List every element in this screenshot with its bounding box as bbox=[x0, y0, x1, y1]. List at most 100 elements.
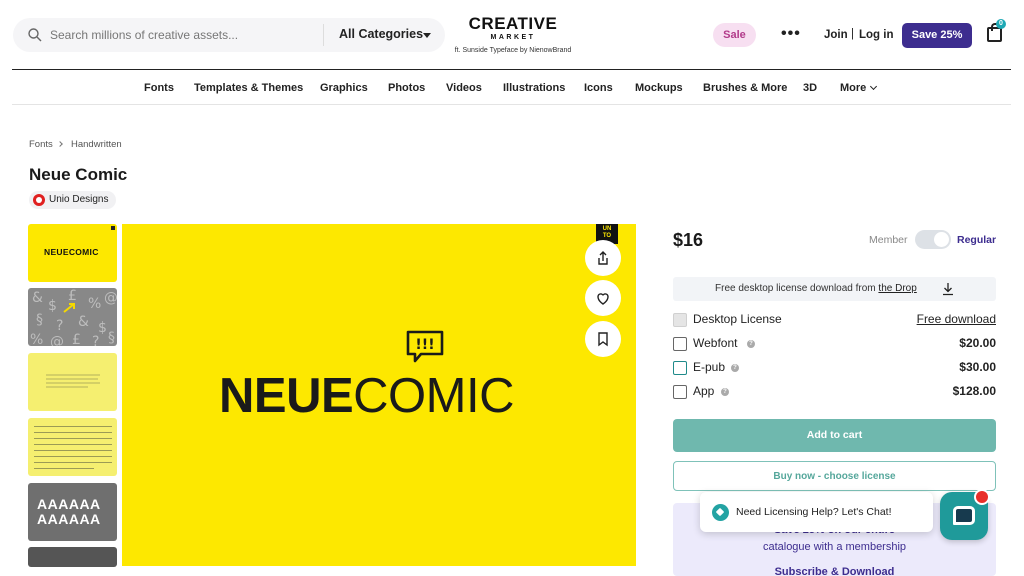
license-price: $128.00 bbox=[952, 384, 996, 398]
nav-item-templates-themes[interactable]: Templates & Themes bbox=[194, 82, 303, 94]
thumbnail-4[interactable] bbox=[28, 418, 117, 476]
favorite-button[interactable] bbox=[585, 280, 621, 316]
license-app[interactable]: App ? $128.00 bbox=[673, 384, 996, 400]
regular-label: Regular bbox=[957, 234, 997, 246]
text-sample-image bbox=[46, 374, 100, 388]
license-checkbox[interactable] bbox=[673, 337, 687, 351]
nav-item-3d[interactable]: 3D bbox=[803, 82, 817, 94]
nav-item-graphics[interactable]: Graphics bbox=[320, 82, 368, 94]
page-title: Neue Comic bbox=[29, 165, 128, 184]
author-chip[interactable]: Unio Designs bbox=[29, 191, 117, 209]
nav-item-brushes-more[interactable]: Brushes & More bbox=[703, 82, 787, 94]
license-name: Desktop License bbox=[693, 312, 782, 326]
svg-text:@: @ bbox=[104, 290, 117, 306]
nav-item-photos[interactable]: Photos bbox=[388, 82, 425, 94]
nav-item-videos[interactable]: Videos bbox=[446, 82, 482, 94]
cart-count-badge: 0 bbox=[996, 19, 1006, 29]
member-label: Member bbox=[869, 234, 908, 246]
price: $16 bbox=[673, 230, 704, 250]
svg-text:%: % bbox=[30, 332, 43, 346]
svg-text:@: @ bbox=[50, 334, 64, 346]
category-nav: Fonts Templates & Themes Graphics Photos… bbox=[12, 69, 1011, 105]
logo-credit: ft. Sunside Typeface by NienowBrand bbox=[454, 47, 572, 54]
svg-text:?: ? bbox=[92, 334, 99, 346]
join-link[interactable]: Join bbox=[824, 29, 848, 41]
search-input[interactable]: Search millions of creative assets... bbox=[50, 28, 238, 42]
search-bar[interactable]: Search millions of creative assets... Al… bbox=[13, 18, 445, 52]
tag-icon bbox=[712, 504, 729, 521]
thumbnail-3[interactable] bbox=[28, 353, 117, 411]
breadcrumb-fonts[interactable]: Fonts bbox=[29, 139, 53, 150]
speech-bubble-icon: !!! bbox=[406, 330, 444, 363]
save-25-button[interactable]: Save 25% bbox=[902, 23, 972, 48]
help-icon[interactable]: ? bbox=[721, 388, 729, 396]
author-name: Unio Designs bbox=[49, 194, 109, 205]
avatar bbox=[33, 194, 45, 206]
thumbnail-2[interactable]: & $ £% @ §? & $ % @ £? § bbox=[28, 288, 117, 346]
nav-item-more[interactable]: More bbox=[840, 82, 866, 94]
promo-line-2: catalogue with a membership bbox=[762, 541, 907, 553]
chevron-down-icon[interactable] bbox=[869, 82, 878, 91]
svg-text:&: & bbox=[32, 290, 43, 306]
drop-link[interactable]: the Drop bbox=[878, 283, 916, 294]
svg-text:£: £ bbox=[68, 288, 77, 304]
subscribe-link[interactable]: Subscribe & Download bbox=[673, 566, 996, 576]
nav-item-mockups[interactable]: Mockups bbox=[635, 82, 683, 94]
license-price: $20.00 bbox=[959, 336, 996, 350]
thumbnail-5[interactable]: AAAAAA AAAAAA bbox=[28, 483, 117, 541]
glyph-grid-image bbox=[34, 426, 112, 469]
chat-prompt-popup[interactable]: Need Licensing Help? Let's Chat! bbox=[700, 492, 933, 532]
license-epub[interactable]: E-pub ? $30.00 bbox=[673, 360, 996, 376]
nav-item-icons[interactable]: Icons bbox=[584, 82, 613, 94]
category-dropdown[interactable]: All Categories bbox=[339, 27, 423, 41]
more-menu-icon[interactable]: ••• bbox=[781, 25, 801, 43]
license-name: E-pub bbox=[693, 360, 726, 374]
svg-text:£: £ bbox=[72, 332, 81, 346]
thumbnail-badge bbox=[111, 226, 115, 230]
chat-icon bbox=[953, 506, 975, 525]
free-download-link[interactable]: Free download bbox=[917, 312, 996, 326]
logo-line-1: CREATIVE bbox=[468, 14, 558, 33]
svg-text:!!!: !!! bbox=[415, 337, 434, 353]
license-checkbox[interactable] bbox=[673, 361, 687, 375]
svg-text:§: § bbox=[108, 330, 115, 346]
download-icon[interactable] bbox=[942, 282, 954, 296]
logo-line-2: MARKET bbox=[490, 34, 536, 41]
add-to-cart-button[interactable]: Add to cart bbox=[673, 419, 996, 452]
member-price-toggle[interactable] bbox=[915, 230, 951, 249]
thumbnail-1[interactable]: NEUECOMIC bbox=[28, 224, 117, 282]
site-header: Search millions of creative assets... Al… bbox=[0, 0, 1024, 70]
drop-text: Free desktop license download from bbox=[715, 283, 876, 294]
share-button[interactable] bbox=[585, 240, 621, 276]
thumbnail-6[interactable] bbox=[28, 547, 117, 567]
help-icon[interactable]: ? bbox=[747, 340, 755, 348]
chat-prompt-text: Need Licensing Help? Let's Chat! bbox=[736, 506, 892, 518]
license-desktop[interactable]: Desktop License Free download bbox=[673, 312, 996, 328]
thumbnail-5-text: AAAAAA AAAAAA bbox=[37, 496, 101, 527]
breadcrumb-handwritten[interactable]: Handwritten bbox=[71, 139, 122, 150]
glyph-pattern-image: & $£% @ §? & $ % @ £? § bbox=[30, 288, 117, 346]
license-checkbox[interactable] bbox=[673, 385, 687, 399]
nav-item-fonts[interactable]: Fonts bbox=[144, 82, 174, 94]
license-checkbox[interactable] bbox=[673, 313, 687, 327]
cart-bag-icon[interactable] bbox=[987, 23, 1002, 42]
preview-wordmark: NEUECOMIC bbox=[219, 369, 514, 423]
buy-now-button[interactable]: Buy now - choose license bbox=[673, 461, 996, 491]
help-icon[interactable]: ? bbox=[731, 364, 739, 372]
thumbnail-1-text: NEUECOMIC bbox=[44, 247, 99, 257]
svg-text:&: & bbox=[78, 314, 89, 330]
sale-button[interactable]: Sale bbox=[713, 23, 756, 47]
chat-launcher-button[interactable] bbox=[940, 489, 990, 540]
chevron-down-icon[interactable] bbox=[423, 33, 431, 38]
nav-item-illustrations[interactable]: Illustrations bbox=[503, 82, 565, 94]
bookmark-icon bbox=[598, 332, 608, 347]
heart-icon bbox=[597, 293, 609, 305]
license-price: $30.00 bbox=[959, 360, 996, 374]
license-name: Webfont bbox=[693, 336, 738, 350]
site-logo[interactable]: CREATIVE MARKET ft. Sunside Typeface by … bbox=[447, 14, 579, 55]
search-divider bbox=[323, 24, 324, 46]
bookmark-button[interactable] bbox=[585, 321, 621, 357]
license-webfont[interactable]: Webfont ? $20.00 bbox=[673, 336, 996, 352]
login-link[interactable]: Log in bbox=[859, 29, 894, 41]
svg-text:$: $ bbox=[48, 298, 57, 314]
